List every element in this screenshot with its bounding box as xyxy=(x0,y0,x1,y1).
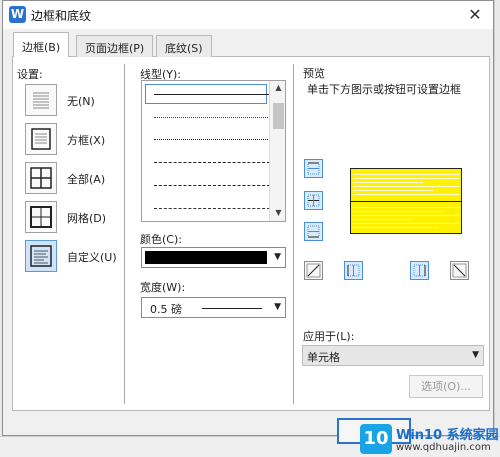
preview-inside-border xyxy=(351,201,461,202)
setting-box-label: 方框(X) xyxy=(67,134,106,147)
dialog-title: 边框和底纹 xyxy=(31,9,92,23)
preview-text-line xyxy=(353,219,413,220)
setting-all-label: 全部(A) xyxy=(67,173,106,186)
background-edge-right xyxy=(494,0,500,457)
preview-text-line xyxy=(353,215,459,216)
width-label: 宽度(W): xyxy=(140,281,186,294)
width-line-sample xyxy=(202,308,262,309)
column-divider xyxy=(293,64,294,404)
preview-text-line xyxy=(353,223,459,224)
color-swatch xyxy=(145,251,267,264)
setting-custom-label: 自定义(U) xyxy=(67,251,117,264)
line-style-scrollbar[interactable]: ▲ ▼ xyxy=(269,81,285,221)
watermark-url: www.qdhuajin.com xyxy=(396,442,491,453)
setting-grid[interactable]: 网格(D) xyxy=(25,201,125,235)
line-style-option-solid[interactable] xyxy=(154,94,270,95)
chevron-down-icon: ▼ xyxy=(274,252,281,262)
width-value: 0.5 磅 xyxy=(150,303,182,316)
title-bar: W 边框和底纹 ✕ xyxy=(3,1,493,29)
setting-none-label: 无(N) xyxy=(67,95,95,108)
line-style-option-dashed[interactable] xyxy=(154,162,270,163)
setting-custom[interactable]: 自定义(U) xyxy=(25,240,125,274)
preview-text-line xyxy=(353,190,433,191)
tab-shading[interactable]: 底纹(S) xyxy=(156,35,212,57)
chevron-down-icon: ▼ xyxy=(472,350,479,360)
preview-text-line xyxy=(353,186,459,187)
line-style-option-long-dash[interactable] xyxy=(154,208,270,209)
left-border-button[interactable] xyxy=(344,261,363,280)
diagonal-up-border-button[interactable] xyxy=(304,261,323,280)
watermark-title: Win10 系统家园 xyxy=(396,428,499,443)
preview-text-line xyxy=(353,207,459,208)
line-style-option-dotted[interactable] xyxy=(154,117,270,118)
none-border-icon xyxy=(25,84,57,116)
border-preview xyxy=(350,168,462,234)
apply-to-value: 单元格 xyxy=(307,351,340,364)
scrollbar-thumb[interactable] xyxy=(273,103,284,129)
box-border-icon xyxy=(25,123,57,155)
tab-page-borders[interactable]: 页面边框(P) xyxy=(76,35,154,57)
apply-to-dropdown[interactable]: 单元格 ▼ xyxy=(302,345,484,366)
column-divider xyxy=(124,64,125,404)
setting-grid-label: 网格(D) xyxy=(67,212,107,225)
chevron-down-icon: ▼ xyxy=(274,302,281,312)
preview-hint: 单击下方图示或按钮可设置边框 xyxy=(307,83,461,96)
line-style-option-fine-dash[interactable] xyxy=(154,139,270,140)
wps-writer-icon: W xyxy=(9,6,26,23)
grid-border-icon xyxy=(25,201,57,233)
line-style-list[interactable]: ▲ ▼ xyxy=(141,80,286,222)
close-button[interactable]: ✕ xyxy=(463,5,487,25)
preview-label: 预览 xyxy=(303,67,325,80)
apply-to-label: 应用于(L): xyxy=(303,330,355,343)
preview-text-line xyxy=(353,182,423,183)
color-dropdown[interactable]: ▼ xyxy=(141,247,286,268)
scroll-up-icon[interactable]: ▲ xyxy=(270,81,285,95)
right-border-button[interactable] xyxy=(410,261,429,280)
preview-text-line xyxy=(353,178,459,179)
inside-horizontal-border-button[interactable] xyxy=(304,191,323,210)
options-button[interactable]: 选项(O)... xyxy=(409,375,483,398)
site-watermark: 10 Win10 系统家园 www.qdhuajin.com xyxy=(360,422,500,457)
settings-label: 设置: xyxy=(17,68,43,81)
borders-and-shading-dialog: W 边框和底纹 ✕ 边框(B) 页面边框(P) 底纹(S) 设置: 无(N) 方… xyxy=(2,0,494,444)
top-border-button[interactable] xyxy=(304,159,323,178)
line-style-option-dash-dot[interactable] xyxy=(154,185,270,186)
width-dropdown[interactable]: 0.5 磅 ▼ xyxy=(141,297,286,318)
preview-text-line xyxy=(353,227,438,228)
preview-text-line xyxy=(353,211,443,212)
preview-text-line xyxy=(353,194,459,195)
win10-logo-icon: 10 xyxy=(360,424,392,454)
preview-text-line xyxy=(353,174,459,175)
bottom-border-button[interactable] xyxy=(304,222,323,241)
all-borders-icon xyxy=(25,162,57,194)
color-label: 颜色(C): xyxy=(140,233,182,246)
setting-none[interactable]: 无(N) xyxy=(25,84,125,118)
tab-borders[interactable]: 边框(B) xyxy=(13,32,70,57)
setting-box[interactable]: 方框(X) xyxy=(25,123,125,157)
scroll-down-icon[interactable]: ▼ xyxy=(270,206,285,220)
custom-border-icon xyxy=(25,240,57,272)
setting-all[interactable]: 全部(A) xyxy=(25,162,125,196)
diagonal-down-border-button[interactable] xyxy=(450,261,469,280)
